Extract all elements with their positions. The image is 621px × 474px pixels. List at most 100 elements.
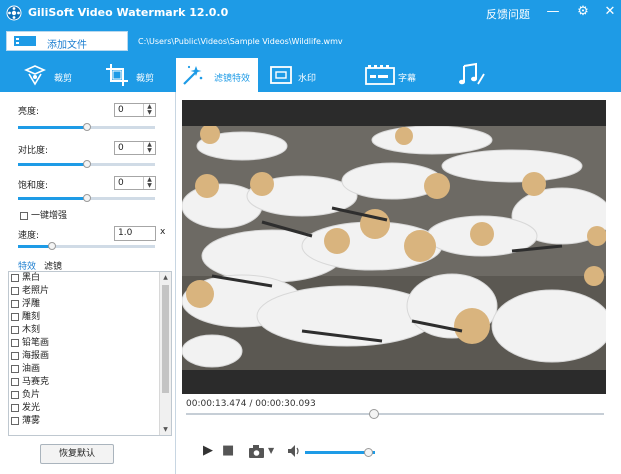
saturation-spinbox[interactable]: 0 ▲ ▼ bbox=[114, 176, 156, 190]
feedback-link[interactable]: 反馈问题 bbox=[486, 6, 530, 22]
checkbox-box[interactable] bbox=[11, 338, 19, 347]
saturation-slider[interactable] bbox=[18, 194, 155, 202]
brightness-spinbox[interactable]: 0 ▲ ▼ bbox=[114, 103, 156, 117]
tab-label: 水印 bbox=[298, 74, 317, 84]
effects-scrollbar[interactable]: ▲ ▼ bbox=[159, 272, 171, 435]
tab-crop[interactable]: 裁剪 bbox=[100, 58, 170, 92]
scrollbar-thumb[interactable] bbox=[162, 285, 169, 393]
saturation-value: 0 bbox=[118, 178, 124, 188]
effect-item[interactable]: 雕刻 bbox=[9, 311, 171, 324]
slider-knob[interactable] bbox=[82, 123, 91, 131]
effect-label: 海报画 bbox=[22, 351, 50, 361]
stop-icon[interactable]: ■ bbox=[222, 443, 234, 458]
minimize-icon[interactable]: — bbox=[544, 3, 562, 21]
tab-subtitle[interactable]: 字幕 bbox=[362, 58, 432, 92]
effect-label: 负片 bbox=[22, 390, 41, 400]
spin-arrows-icon[interactable]: ▲ ▼ bbox=[143, 142, 155, 154]
timeline-slider[interactable] bbox=[186, 409, 604, 419]
app-logo-icon bbox=[6, 5, 22, 21]
contrast-value: 0 bbox=[118, 143, 124, 153]
reset-default-button[interactable]: 恢复默认 bbox=[40, 444, 114, 464]
title-bar: GiliSoft Video Watermark 12.0.0 反馈问题 — ⚙… bbox=[0, 0, 621, 26]
close-icon[interactable]: ✕ bbox=[601, 3, 619, 21]
speed-slider[interactable] bbox=[18, 242, 155, 250]
add-file-button[interactable]: 添加文件 bbox=[6, 31, 128, 51]
effect-item[interactable]: 木刻 bbox=[9, 324, 171, 337]
checkbox-box[interactable] bbox=[11, 299, 19, 308]
tab-watermark[interactable]: 水印 bbox=[266, 58, 336, 92]
effect-item[interactable]: 负片 bbox=[9, 389, 171, 402]
volume-icon[interactable] bbox=[288, 445, 301, 457]
tab-filter-effects[interactable]: 滤镜特效 bbox=[176, 58, 258, 92]
volume-knob[interactable] bbox=[364, 448, 373, 457]
checkbox-box[interactable] bbox=[20, 211, 28, 220]
effect-item[interactable]: 浮雕 bbox=[9, 298, 171, 311]
spin-arrows-icon[interactable]: ▲ ▼ bbox=[143, 177, 155, 189]
effect-label: 老照片 bbox=[22, 286, 50, 296]
effect-item[interactable]: 油画 bbox=[9, 363, 171, 376]
subtitle-icon bbox=[365, 65, 395, 85]
effect-item[interactable]: 黑白 bbox=[9, 272, 171, 285]
app-title: GiliSoft Video Watermark 12.0.0 bbox=[28, 6, 229, 19]
checkbox-box[interactable] bbox=[11, 325, 19, 334]
effect-label: 薄雾 bbox=[22, 416, 41, 426]
checkbox-box[interactable] bbox=[11, 273, 19, 282]
brightness-value: 0 bbox=[118, 105, 124, 115]
effect-item[interactable]: 薄雾 bbox=[9, 415, 171, 428]
settings-icon[interactable]: ⚙ bbox=[574, 3, 592, 21]
tab-label: 滤镜特效 bbox=[214, 74, 251, 84]
contrast-slider[interactable] bbox=[18, 160, 155, 168]
checkbox-box[interactable] bbox=[11, 312, 19, 321]
playback-time: 00:00:13.474 / 00:00:30.093 bbox=[186, 399, 316, 409]
effect-item[interactable]: 发光 bbox=[9, 402, 171, 415]
effect-item[interactable]: 海报画 bbox=[9, 350, 171, 363]
slider-knob[interactable] bbox=[82, 194, 91, 202]
checkbox-box[interactable] bbox=[11, 286, 19, 295]
tab-label: 裁剪 bbox=[136, 74, 155, 84]
effect-label: 雕刻 bbox=[22, 312, 41, 322]
tab-crop-tool[interactable]: 裁剪 bbox=[14, 58, 84, 92]
scroll-down-icon[interactable]: ▼ bbox=[160, 424, 171, 435]
music-icon bbox=[459, 62, 485, 85]
slider-knob[interactable] bbox=[82, 160, 91, 168]
effect-item[interactable]: 铅笔画 bbox=[9, 337, 171, 350]
add-file-icon bbox=[14, 36, 36, 46]
snapshot-dropdown-icon[interactable]: ▼ bbox=[268, 446, 274, 455]
effect-label: 发光 bbox=[22, 403, 41, 413]
effect-item[interactable]: 老照片 bbox=[9, 285, 171, 298]
speed-label: 速度: bbox=[18, 231, 40, 241]
slider-fill bbox=[18, 163, 87, 166]
tab-music[interactable] bbox=[452, 58, 492, 92]
checkbox-box[interactable] bbox=[11, 416, 19, 425]
checkbox-box[interactable] bbox=[11, 364, 19, 373]
speed-value: 1.0 bbox=[118, 228, 133, 238]
effect-item[interactable]: 马赛克 bbox=[9, 376, 171, 389]
file-path: C:\Users\Public\Videos\Sample Videos\Wil… bbox=[138, 37, 343, 46]
crop-tool-icon bbox=[24, 65, 46, 86]
video-preview bbox=[182, 126, 606, 370]
effect-label: 油画 bbox=[22, 364, 41, 374]
contrast-label: 对比度: bbox=[18, 146, 49, 156]
crop-frame-icon bbox=[106, 64, 128, 86]
contrast-spinbox[interactable]: 0 ▲ ▼ bbox=[114, 141, 156, 155]
slider-fill bbox=[18, 197, 87, 200]
brightness-slider[interactable] bbox=[18, 123, 155, 131]
checkbox-box[interactable] bbox=[11, 390, 19, 399]
effect-label: 木刻 bbox=[22, 325, 41, 335]
spin-arrows-icon[interactable]: ▲ ▼ bbox=[143, 104, 155, 116]
tab-label: 字幕 bbox=[398, 74, 417, 84]
auto-enhance-checkbox[interactable]: 一键增强 bbox=[20, 208, 67, 221]
watermark-icon bbox=[270, 66, 292, 84]
saturation-label: 饱和度: bbox=[18, 181, 49, 191]
scroll-up-icon[interactable]: ▲ bbox=[160, 272, 171, 283]
speed-input[interactable]: 1.0 bbox=[114, 226, 156, 241]
checkbox-box[interactable] bbox=[11, 403, 19, 412]
volume-slider[interactable] bbox=[305, 448, 375, 457]
slider-fill bbox=[18, 245, 53, 248]
effect-label: 马赛克 bbox=[22, 377, 50, 387]
checkbox-box[interactable] bbox=[11, 351, 19, 360]
play-icon[interactable]: ▶ bbox=[203, 443, 213, 458]
gannets-image bbox=[182, 126, 606, 370]
snapshot-camera-icon[interactable] bbox=[249, 445, 265, 458]
checkbox-box[interactable] bbox=[11, 377, 19, 386]
